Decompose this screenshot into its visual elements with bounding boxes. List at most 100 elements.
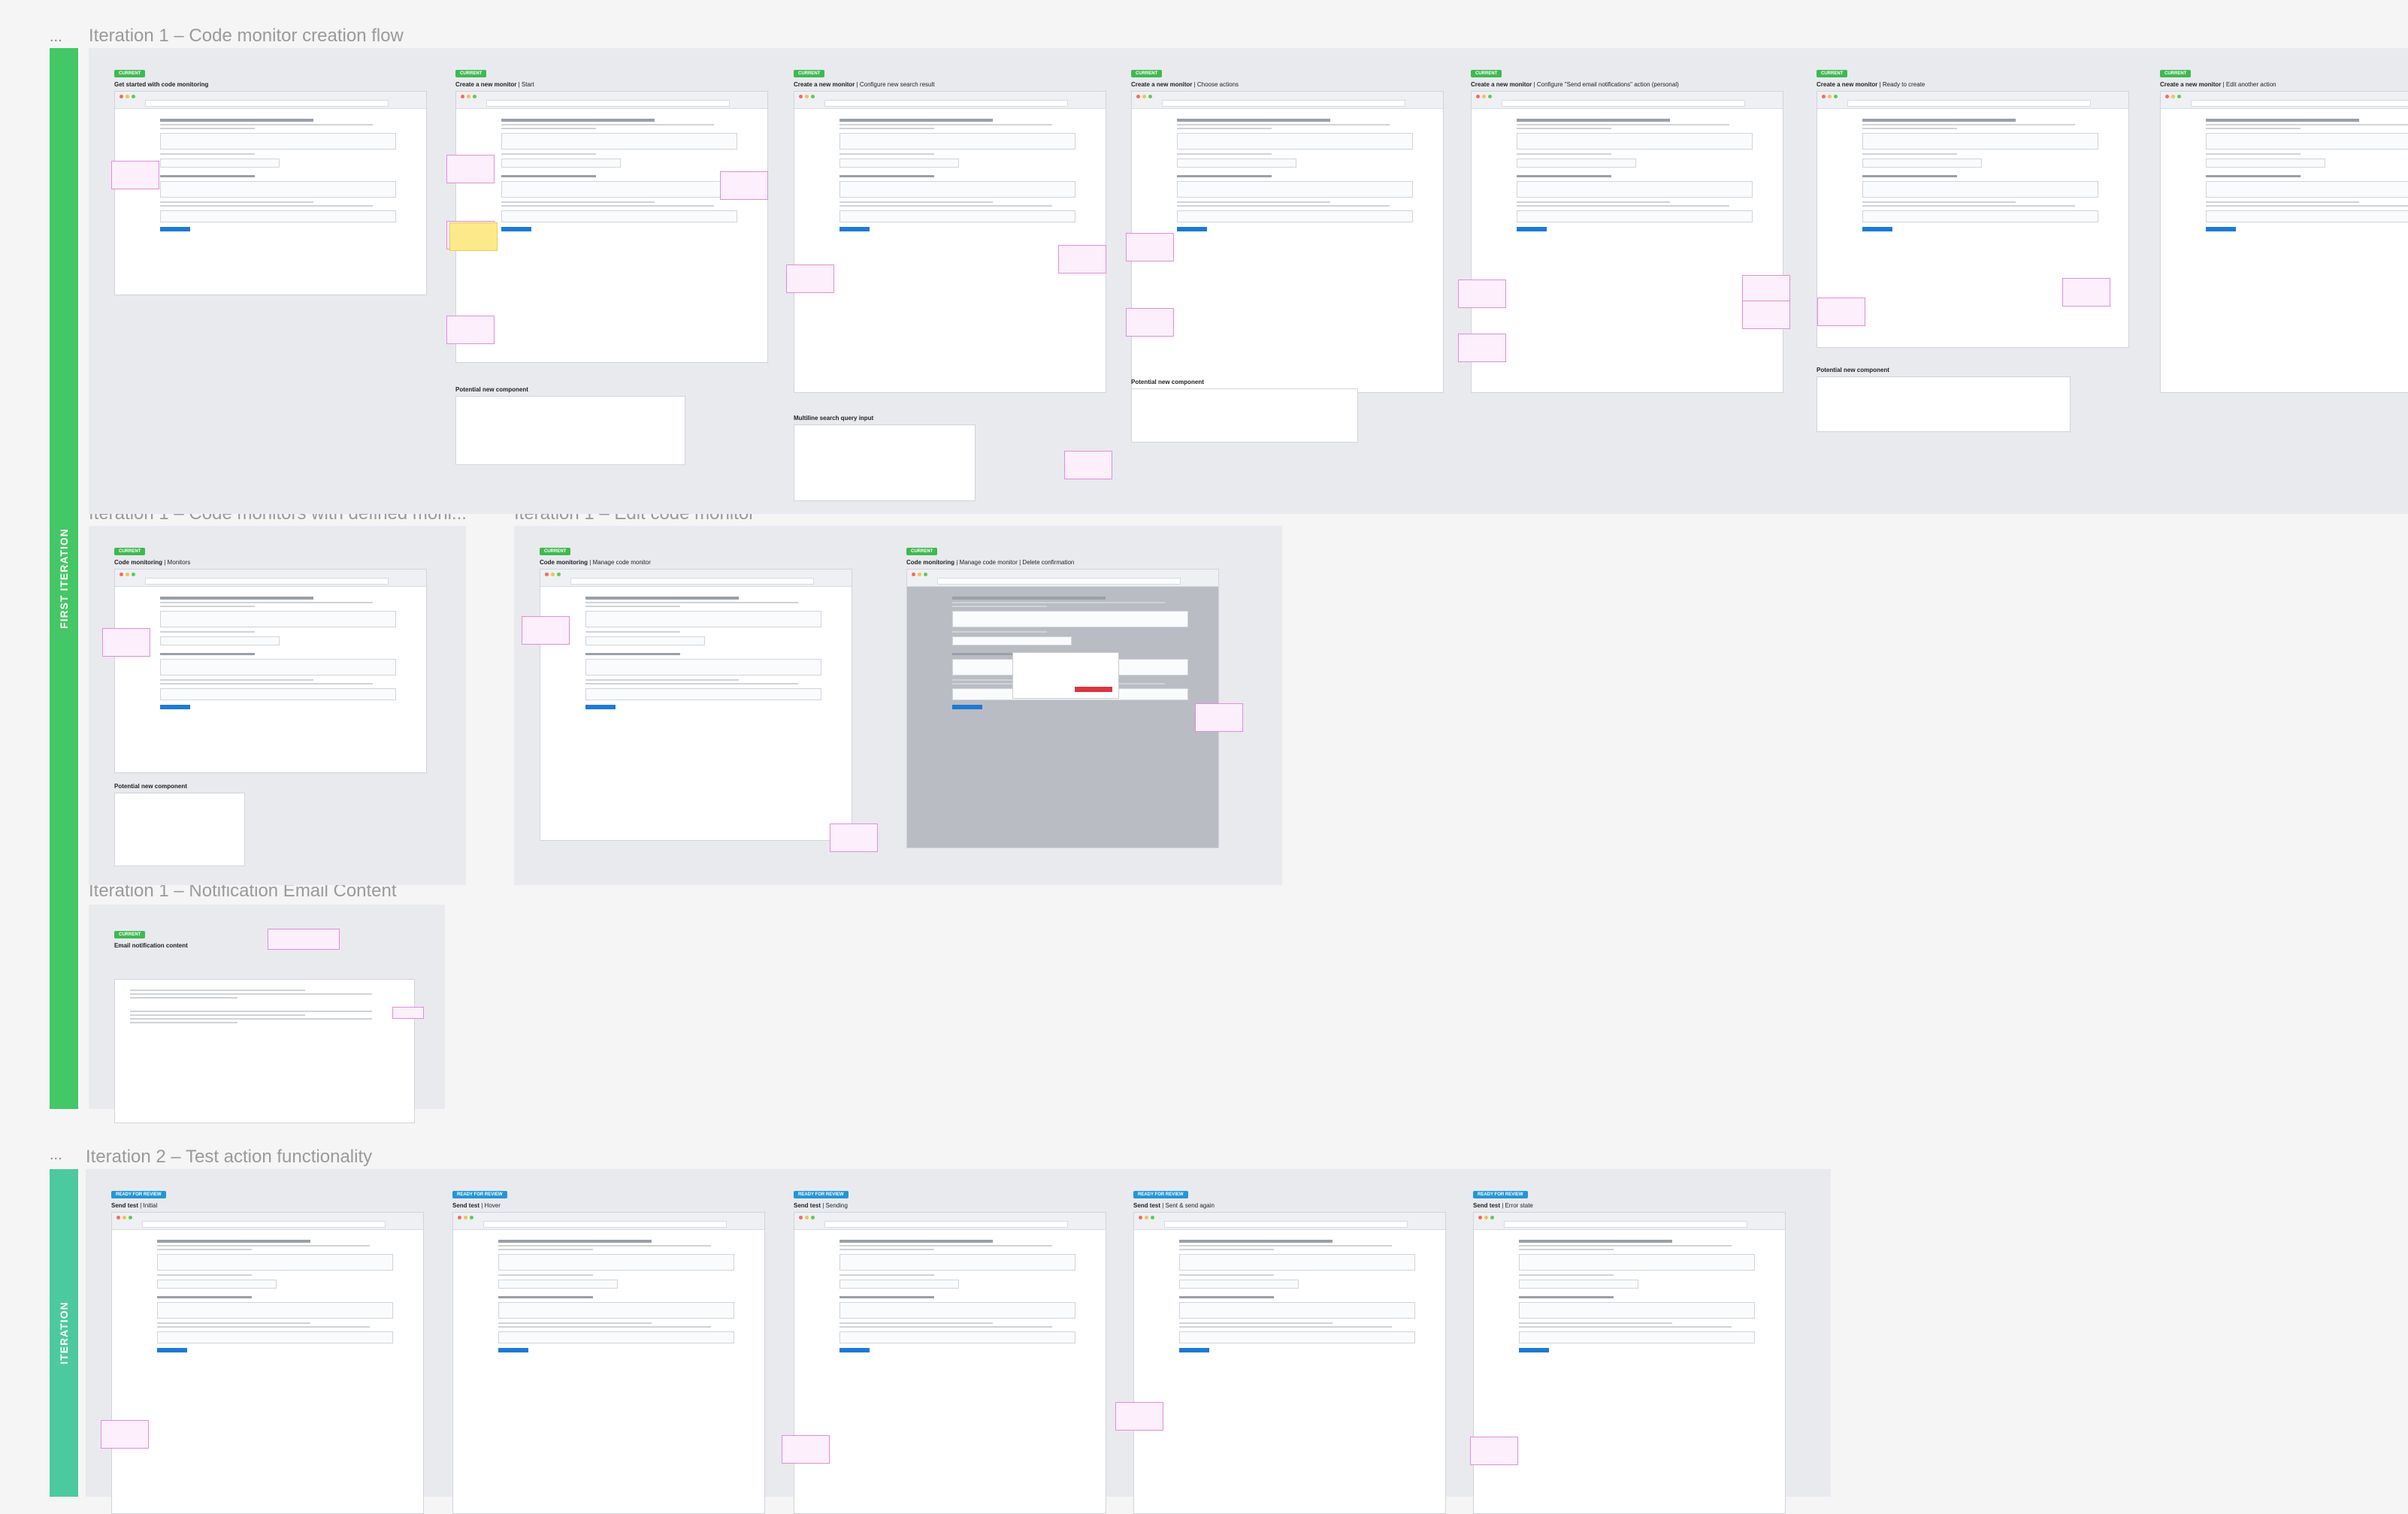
frame-title: Code monitoring | Monitors <box>114 559 191 566</box>
browser-screenshot <box>455 91 768 363</box>
status-tag: CURRENT <box>114 931 146 938</box>
frame-title: Send test | Error state <box>1473 1202 1533 1209</box>
browser-screenshot <box>906 569 1219 848</box>
annotation-note <box>786 264 834 293</box>
multiline-block: Multiline search query input <box>794 410 976 501</box>
design-frame[interactable]: CURRENT Code monitoring | Monitors <box>114 542 427 773</box>
component-preview <box>455 396 685 465</box>
design-frame[interactable]: CURRENT Create a new monitor | Configure … <box>1471 65 1783 393</box>
annotation-note <box>522 616 570 645</box>
address-bar <box>145 578 389 585</box>
browser-chrome <box>115 570 426 587</box>
status-tag: READY FOR REVIEW <box>111 1191 166 1198</box>
delete-button[interactable] <box>1075 687 1112 692</box>
design-frame[interactable]: CURRENT Create a new monitor | Edit anoth… <box>2160 65 2408 393</box>
potential-component-title: Potential new component <box>1817 367 1889 373</box>
address-bar <box>2191 100 2408 107</box>
primary-button[interactable] <box>952 705 982 709</box>
frame-title: Code monitoring | Manage code monitor | … <box>906 559 1075 566</box>
status-tag: CURRENT <box>906 548 938 555</box>
potential-component-block: Potential new component <box>455 382 685 465</box>
address-bar <box>937 578 1181 585</box>
primary-button[interactable] <box>160 705 190 709</box>
design-frame[interactable]: READY FOR REVIEW Send test | Error state <box>1473 1186 1786 1514</box>
status-tag: CURRENT <box>114 548 146 555</box>
primary-button[interactable] <box>2206 227 2236 231</box>
browser-screenshot <box>1473 1212 1786 1514</box>
browser-screenshot <box>540 569 852 841</box>
design-frame[interactable]: CURRENT Code monitoring | Manage code mon… <box>906 542 1219 848</box>
annotation-note <box>446 155 495 183</box>
design-frame[interactable]: READY FOR REVIEW Send test | Sending <box>794 1186 1106 1514</box>
primary-button[interactable] <box>501 227 531 231</box>
rail-label: ITERATION <box>58 1301 70 1364</box>
browser-screenshot <box>452 1212 765 1514</box>
address-bar <box>1847 100 2091 107</box>
primary-button[interactable] <box>160 227 190 231</box>
annotation-note <box>1817 298 1865 326</box>
primary-button[interactable] <box>585 705 616 709</box>
annotation-note <box>1458 280 1506 308</box>
frame-title: Create a new monitor | Choose actions <box>1131 81 1239 88</box>
multiline-label: Multiline search query input <box>794 415 874 422</box>
section-ellipsis: ... <box>50 29 62 45</box>
browser-screenshot <box>114 91 427 295</box>
primary-button[interactable] <box>1517 227 1547 231</box>
potential-component-block: Potential new component <box>114 778 245 866</box>
primary-button[interactable] <box>157 1348 187 1352</box>
browser-chrome <box>907 570 1218 587</box>
address-bar <box>486 100 730 107</box>
design-frame[interactable]: CURRENT Create a new monitor | Choose act… <box>1131 65 1444 393</box>
frame-title: Create a new monitor | Configure new sea… <box>794 81 935 88</box>
status-tag: CURRENT <box>2160 70 2192 77</box>
browser-screenshot <box>794 91 1106 393</box>
primary-button[interactable] <box>839 1348 870 1352</box>
design-frame[interactable]: CURRENT Code monitoring | Manage code mon… <box>540 542 852 841</box>
frame-title: Create a new monitor | Edit another acti… <box>2160 81 2276 88</box>
primary-button[interactable] <box>839 227 870 231</box>
annotation-note <box>1458 334 1506 362</box>
address-bar <box>145 100 389 107</box>
annotation-note <box>720 171 768 200</box>
potential-component-title: Potential new component <box>114 783 187 790</box>
annotation-note <box>1058 245 1106 273</box>
design-frame[interactable]: READY FOR REVIEW Send test | Sent & send … <box>1133 1186 1446 1514</box>
design-frame[interactable]: CURRENT Create a new monitor | Start <box>455 65 768 363</box>
browser-chrome <box>115 92 426 109</box>
annotation-note <box>2062 278 2110 307</box>
address-bar <box>824 100 1068 107</box>
primary-button[interactable] <box>1177 227 1207 231</box>
status-tag: READY FOR REVIEW <box>1133 1191 1188 1198</box>
delete-confirmation-modal[interactable] <box>1012 652 1119 699</box>
status-tag: CURRENT <box>455 70 487 77</box>
design-frame[interactable]: CURRENT Get started with code monitoring <box>114 65 427 295</box>
frame-title: Create a new monitor | Configure "Send e… <box>1471 81 1679 88</box>
annotation-note <box>830 823 878 852</box>
potential-component-title: Potential new component <box>1131 379 1204 385</box>
browser-screenshot <box>2160 91 2408 393</box>
primary-button[interactable] <box>1179 1348 1209 1352</box>
status-tag: CURRENT <box>794 70 825 77</box>
address-bar <box>1502 100 1745 107</box>
primary-button[interactable] <box>498 1348 528 1352</box>
email-frame: CURRENT Email notification content <box>114 926 415 1123</box>
primary-button[interactable] <box>1519 1348 1549 1352</box>
browser-chrome <box>1472 92 1783 109</box>
status-tag: READY FOR REVIEW <box>452 1191 507 1198</box>
design-frame[interactable]: READY FOR REVIEW Send test | Initial <box>111 1186 424 1514</box>
annotation-note <box>1126 308 1174 337</box>
annotation-note <box>446 316 495 344</box>
frame-title: Create a new monitor | Ready to create <box>1817 81 1925 88</box>
browser-chrome <box>1817 92 2128 109</box>
design-frame[interactable]: CURRENT Create a new monitor | Configure … <box>794 65 1106 393</box>
primary-button[interactable] <box>1862 227 1892 231</box>
address-bar <box>570 578 814 585</box>
potential-component-block: Potential new component <box>1817 362 2071 432</box>
annotation-note <box>111 161 159 189</box>
browser-chrome <box>453 1213 764 1230</box>
address-bar <box>483 1221 727 1228</box>
section-title: Iteration 1 – Code monitor creation flow <box>89 26 404 46</box>
status-tag: CURRENT <box>1817 70 1848 77</box>
frame-title: Send test | Hover <box>452 1202 501 1209</box>
design-frame[interactable]: READY FOR REVIEW Send test | Hover <box>452 1186 765 1514</box>
